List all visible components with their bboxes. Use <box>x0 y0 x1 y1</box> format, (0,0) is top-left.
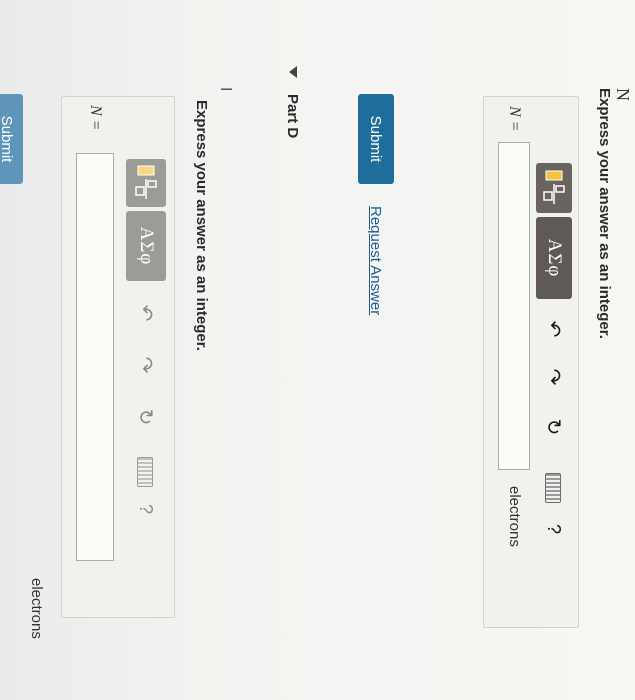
help-button[interactable]: ? <box>540 517 568 541</box>
answer-variable-label: N = <box>506 106 523 132</box>
help-button-d[interactable]: ? <box>132 497 160 521</box>
fraction-template-button-d[interactable] <box>126 159 166 207</box>
part-c-prompt: Express your answer as an integer. <box>596 88 613 339</box>
keyboard-button[interactable] <box>545 473 561 503</box>
undo-arrow-icon[interactable]: ↶ <box>540 315 568 343</box>
redo-arrow-icon[interactable]: ↷ <box>540 363 568 391</box>
rotated-page: N Express your answer as an integer. ΑΣφ… <box>0 0 635 700</box>
greek-symbols-button[interactable]: ΑΣφ <box>536 217 572 299</box>
reset-icon[interactable]: ↻ <box>132 403 160 431</box>
keyboard-icon <box>137 457 153 487</box>
part-d-prompt: Express your answer as an integer. <box>193 100 210 351</box>
text-cursor: I <box>217 87 234 92</box>
request-answer-link[interactable]: Request Answer <box>367 206 384 315</box>
submit-button[interactable]: Submit <box>358 94 394 184</box>
part-d-title[interactable]: Part D <box>284 94 301 138</box>
fraction-template-icon <box>135 165 157 199</box>
keyboard-button-d[interactable] <box>137 457 153 487</box>
answer-input-d[interactable] <box>76 153 114 561</box>
keyboard-icon <box>545 473 561 503</box>
answer-unit-d: electrons <box>28 578 45 639</box>
redo-arrow-icon[interactable]: ↷ <box>132 351 160 379</box>
answer-unit: electrons <box>506 486 523 547</box>
answer-variable-label-d: N = <box>87 105 104 131</box>
fraction-template-button[interactable] <box>536 163 572 213</box>
part-c-answer-card: ΑΣφ ↶ ↷ ↻ ? N = electrons <box>483 96 579 628</box>
greek-symbols-button-d[interactable]: ΑΣφ <box>126 211 166 281</box>
answer-input[interactable] <box>498 142 530 470</box>
triangle-down-icon[interactable] <box>289 66 297 78</box>
undo-arrow-icon[interactable]: ↶ <box>132 299 160 327</box>
reset-icon[interactable]: ↻ <box>540 413 568 441</box>
fraction-template-icon <box>543 170 565 204</box>
part-d-answer-card: ΑΣφ ↶ ↷ ↻ ? N = <box>61 96 175 618</box>
variable-header: N <box>613 88 633 101</box>
submit-button-d[interactable]: Submit <box>0 94 23 184</box>
